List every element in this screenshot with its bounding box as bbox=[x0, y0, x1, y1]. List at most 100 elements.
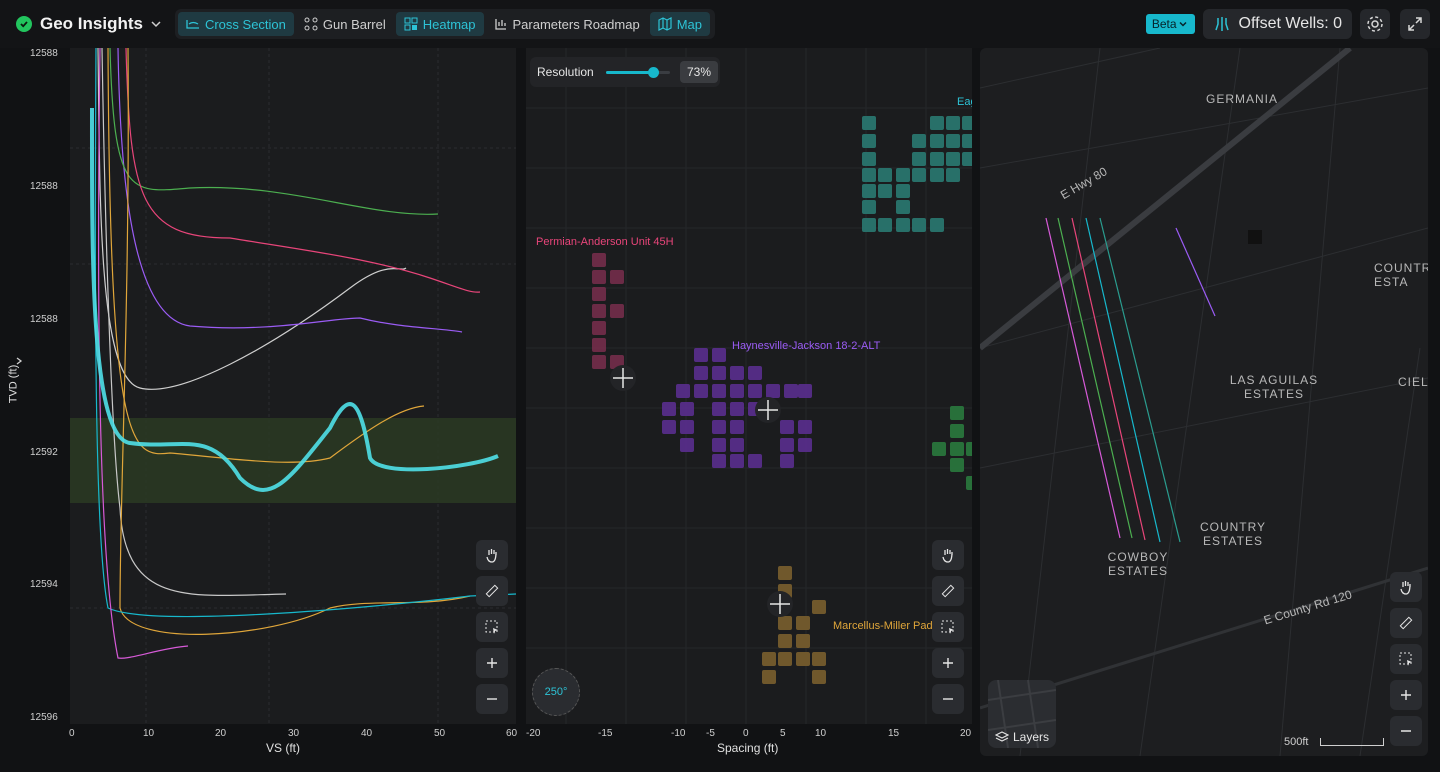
x-tick: 30 bbox=[288, 728, 300, 739]
cross-section-panel[interactable] bbox=[70, 48, 516, 724]
well-label-haynesville[interactable]: Haynesville-Jackson 18-2-ALT bbox=[732, 340, 880, 352]
tab-heatmap[interactable]: Heatmap bbox=[395, 12, 484, 36]
map-canvas bbox=[980, 48, 1428, 756]
beta-label: Beta bbox=[1151, 17, 1177, 31]
settings-button[interactable] bbox=[1360, 9, 1390, 39]
x-tick: 15 bbox=[888, 728, 900, 739]
top-bar: Geo Insights Cross Section Gun Barrel He… bbox=[0, 0, 1440, 48]
cross-section-tools bbox=[476, 540, 508, 720]
place-label: COUNTRY ESTATES bbox=[1199, 520, 1267, 548]
expand-icon bbox=[1408, 17, 1422, 31]
x-axis-title: VS (ft) bbox=[266, 741, 301, 755]
resolution-slider[interactable] bbox=[606, 67, 670, 78]
place-label: LAS AGUILAS ESTATES bbox=[1229, 373, 1319, 401]
layers-icon bbox=[994, 731, 1009, 742]
resolution-value[interactable]: 73% bbox=[680, 61, 718, 83]
pan-button[interactable] bbox=[932, 540, 964, 570]
offset-wells-button[interactable]: Offset Wells: 0 bbox=[1202, 9, 1352, 39]
minus-icon bbox=[487, 698, 497, 700]
select-button[interactable] bbox=[1390, 644, 1422, 674]
chevron-down-icon[interactable] bbox=[149, 17, 163, 31]
heatmap-tools bbox=[932, 540, 964, 720]
cross-section-icon bbox=[186, 20, 199, 29]
measure-button[interactable] bbox=[476, 576, 508, 606]
zoom-in-button[interactable] bbox=[1390, 680, 1422, 710]
x-tick: 50 bbox=[434, 728, 446, 739]
hand-icon bbox=[486, 549, 497, 563]
ruler-icon bbox=[941, 584, 955, 598]
pan-button[interactable] bbox=[1390, 572, 1422, 602]
layers-button[interactable]: Layers bbox=[988, 680, 1056, 748]
tab-label: Cross Section bbox=[204, 16, 286, 32]
tab-parameters-roadmap[interactable]: Parameters Roadmap bbox=[486, 12, 648, 36]
app-title: Geo Insights bbox=[40, 14, 143, 33]
tab-label: Map bbox=[676, 16, 702, 32]
beta-dropdown[interactable]: Beta bbox=[1145, 14, 1195, 34]
zoom-in-button[interactable] bbox=[476, 648, 508, 678]
place-label: GERMANIA bbox=[1206, 92, 1279, 106]
x-tick: 10 bbox=[143, 728, 155, 739]
gun-barrel-icon bbox=[304, 17, 318, 31]
x-tick: -15 bbox=[598, 728, 613, 739]
cross-section-plot bbox=[70, 48, 516, 724]
gear-icon bbox=[1367, 16, 1383, 32]
view-tabs: Cross Section Gun Barrel Heatmap Paramet… bbox=[174, 9, 715, 39]
y-tick: 12588 bbox=[30, 48, 58, 59]
ruler-icon bbox=[1399, 616, 1413, 630]
map-marker bbox=[1248, 230, 1262, 244]
zoom-in-button[interactable] bbox=[932, 648, 964, 678]
place-label: CIEL bbox=[1398, 375, 1428, 389]
map-icon bbox=[658, 17, 672, 31]
zoom-out-button[interactable] bbox=[1390, 716, 1422, 746]
y-tick: 12596 bbox=[30, 712, 58, 723]
zoom-out-button[interactable] bbox=[476, 684, 508, 714]
minus-icon bbox=[943, 698, 953, 700]
compass-value: 250° bbox=[544, 686, 568, 698]
heatmap-panel[interactable]: Permian-Anderson Unit 45H Haynesville-Ja… bbox=[526, 48, 972, 724]
hand-icon bbox=[1400, 581, 1411, 595]
target-zone bbox=[70, 418, 516, 503]
tab-label: Heatmap bbox=[422, 16, 476, 32]
resolution-slider-handle[interactable] bbox=[647, 67, 659, 78]
measure-button[interactable] bbox=[932, 576, 964, 606]
x-tick: 20 bbox=[960, 728, 972, 739]
select-button[interactable] bbox=[476, 612, 508, 642]
well-label-permian[interactable]: Permian-Anderson Unit 45H bbox=[536, 236, 674, 248]
layers-label-row: Layers bbox=[988, 730, 1056, 744]
x-tick: 0 bbox=[743, 728, 749, 739]
expand-button[interactable] bbox=[1400, 9, 1430, 39]
place-label: COUNTR ESTA bbox=[1374, 261, 1428, 289]
tab-cross-section[interactable]: Cross Section bbox=[177, 12, 294, 36]
map-panel[interactable]: GERMANIA LAS AGUILAS ESTATES COUNTRY EST… bbox=[980, 48, 1428, 756]
measure-button[interactable] bbox=[1390, 608, 1422, 638]
x-axis-title: Spacing (ft) bbox=[717, 741, 779, 755]
y-tick: 12588 bbox=[30, 181, 58, 192]
select-icon bbox=[941, 620, 954, 634]
x-tick: 0 bbox=[69, 728, 75, 739]
offset-wells-label: Offset Wells: 0 bbox=[1238, 15, 1342, 32]
chevron-right-icon[interactable] bbox=[14, 356, 24, 366]
well-label-marcellus[interactable]: Marcellus-Miller Pad bbox=[833, 620, 933, 632]
map-scale-bar bbox=[1320, 738, 1384, 746]
x-tick: -5 bbox=[706, 728, 715, 739]
minus-icon bbox=[1401, 730, 1411, 732]
select-button[interactable] bbox=[932, 612, 964, 642]
y-tick: 12592 bbox=[30, 447, 58, 458]
map-tools bbox=[1390, 572, 1422, 752]
resolution-control: Resolution 73% bbox=[530, 57, 720, 87]
plus-icon bbox=[487, 658, 497, 668]
top-actions: Beta Offset Wells: 0 bbox=[1145, 0, 1440, 48]
hand-icon bbox=[942, 549, 953, 563]
tab-map[interactable]: Map bbox=[649, 12, 710, 36]
x-tick: 20 bbox=[215, 728, 227, 739]
x-tick: 40 bbox=[361, 728, 373, 739]
zoom-out-button[interactable] bbox=[932, 684, 964, 714]
resolution-slider-fill bbox=[606, 71, 653, 74]
select-icon bbox=[485, 620, 498, 634]
compass-control[interactable]: 250° bbox=[532, 668, 580, 716]
well-label-eagle[interactable]: Eag bbox=[957, 96, 972, 108]
tab-gun-barrel[interactable]: Gun Barrel bbox=[296, 12, 394, 36]
pan-button[interactable] bbox=[476, 540, 508, 570]
y-axis-title: TVD (ft) bbox=[7, 364, 20, 404]
app-brand[interactable]: Geo Insights bbox=[0, 0, 175, 48]
